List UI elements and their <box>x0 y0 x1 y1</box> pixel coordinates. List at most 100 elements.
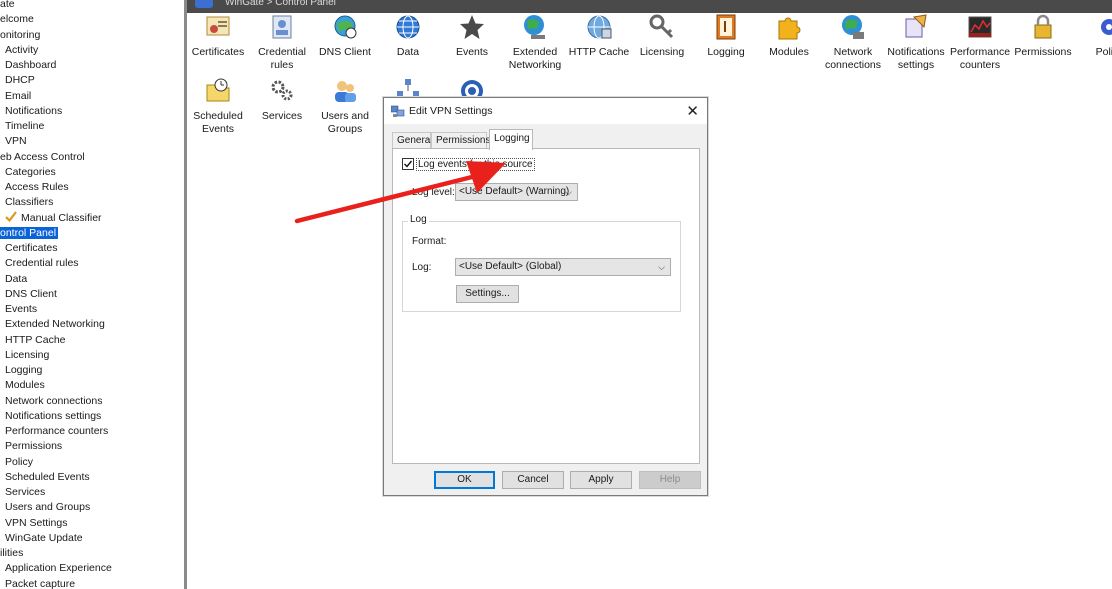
checkmark-icon <box>5 210 17 222</box>
control-panel-item[interactable]: Network connections <box>821 13 885 72</box>
sidebar-item-label: Logging <box>5 364 43 376</box>
log-target-value: <Use Default> (Global) <box>459 261 562 272</box>
sidebar-item-label: Users and Groups <box>5 501 91 514</box>
sidebar-item-label: elcome <box>0 13 34 26</box>
control-panel-item[interactable]: Permissions <box>1011 13 1075 59</box>
sidebar-item[interactable]: Modules <box>5 378 45 393</box>
folder-clock-icon <box>206 78 230 102</box>
control-panel-item[interactable]: Modules <box>757 13 821 59</box>
sidebar-item[interactable]: Timeline <box>5 119 44 134</box>
sidebar-item[interactable]: VPN Settings <box>5 516 67 531</box>
sidebar-item[interactable]: VPN <box>5 134 27 149</box>
sidebar-item[interactable]: ate <box>0 0 15 12</box>
control-panel-item[interactable]: Services <box>250 77 314 123</box>
log-events-checkbox[interactable] <box>402 158 414 170</box>
sidebar-item-label: Extended Networking <box>5 318 105 331</box>
sidebar-item[interactable]: Scheduled Events <box>5 470 90 485</box>
control-panel-item[interactable]: Licensing <box>630 13 694 59</box>
sidebar-item[interactable]: DHCP <box>5 73 35 88</box>
sidebar-item[interactable]: Access Rules <box>5 180 69 195</box>
control-panel-item-label: HTTP Cache <box>568 46 630 58</box>
sidebar-item[interactable]: Extended Networking <box>5 317 105 332</box>
dialog-titlebar[interactable]: Edit VPN Settings ✕ <box>384 98 707 124</box>
sidebar-item-label: ilities <box>0 547 24 559</box>
sidebar-item[interactable]: elcome <box>0 12 34 27</box>
ok-button[interactable]: OK <box>434 471 495 489</box>
sidebar-item[interactable]: Credential rules <box>5 256 79 271</box>
sidebar-item-label: VPN Settings <box>5 516 68 529</box>
sidebar-item[interactable]: Application Experience <box>5 561 112 576</box>
control-panel-item-label: Performance counters <box>949 46 1011 71</box>
control-panel-item[interactable]: Performance counters <box>948 13 1012 72</box>
sidebar-item[interactable]: Services <box>5 485 45 500</box>
http-cache-icon <box>587 15 612 39</box>
control-panel-item[interactable]: Users and Groups <box>313 77 377 136</box>
sidebar-item[interactable]: WinGate Update <box>5 531 83 546</box>
sidebar-item-label: Scheduled Events <box>5 470 90 483</box>
log-book-icon <box>716 14 736 40</box>
sidebar-item[interactable]: Network connections <box>5 394 102 409</box>
sidebar-item[interactable]: Certificates <box>5 241 58 256</box>
sidebar-item[interactable]: ilities <box>0 546 23 561</box>
sidebar-item[interactable]: Activity <box>5 43 38 58</box>
sidebar-item[interactable]: ontrol Panel <box>0 226 59 241</box>
performance-icon <box>968 16 992 38</box>
control-panel-item[interactable]: Scheduled Events <box>186 77 250 136</box>
sidebar-item[interactable]: Notifications settings <box>5 409 101 424</box>
control-panel-item[interactable]: Certificates <box>186 13 250 59</box>
sidebar-item[interactable]: Policy <box>5 455 33 470</box>
control-panel-item[interactable]: HTTP Cache <box>567 13 631 59</box>
control-panel-item[interactable]: Polic <box>1075 13 1112 59</box>
sidebar-item-label: VPN <box>5 135 27 148</box>
lock-icon <box>1034 14 1052 39</box>
control-panel-item[interactable]: DNS Client <box>313 13 377 59</box>
sidebar-item[interactable]: DNS Client <box>5 287 57 302</box>
tab-general[interactable]: General <box>392 132 433 149</box>
log-events-label[interactable]: Log events for this source <box>416 158 535 171</box>
control-panel-item[interactable]: Credential rules <box>250 13 314 72</box>
sidebar-item[interactable]: Dashboard <box>5 58 56 73</box>
tab-permissions[interactable]: Permissions <box>431 132 490 149</box>
control-panel-item[interactable]: Events <box>440 13 504 59</box>
sidebar-item[interactable]: Licensing <box>5 348 49 363</box>
control-panel-item[interactable]: Logging <box>694 13 758 59</box>
sidebar-item[interactable]: Permissions <box>5 439 62 454</box>
sidebar-item[interactable]: Classifiers <box>5 195 53 210</box>
sidebar-item-label: DNS Client <box>5 287 57 300</box>
sidebar-item-label: Classifiers <box>5 196 54 209</box>
settings-button[interactable]: Settings... <box>456 285 519 303</box>
sidebar-item[interactable]: Categories <box>5 165 56 180</box>
sidebar-item[interactable]: Packet capture <box>5 577 75 589</box>
log-target-dropdown[interactable]: <Use Default> (Global) ⌵ <box>455 258 671 276</box>
control-panel-item[interactable]: Extended Networking <box>503 13 567 72</box>
sidebar-item-label: Dashboard <box>5 59 57 71</box>
navigation-tree: ate elcome onitoring Activity Dashboard DHCP E… <box>0 0 184 589</box>
star-icon <box>460 15 484 39</box>
control-panel-item[interactable]: Notifications settings <box>884 13 948 72</box>
close-icon[interactable]: ✕ <box>686 102 699 120</box>
sidebar-item[interactable]: onitoring <box>0 28 40 43</box>
sidebar-item-label: Certificates <box>5 242 58 254</box>
gears-icon <box>271 80 293 101</box>
control-panel-item-label: Events <box>455 46 489 58</box>
sidebar-item[interactable]: Email <box>5 89 31 104</box>
format-label: Format: <box>412 236 447 247</box>
users-icon <box>335 81 356 102</box>
sidebar-item[interactable]: Data <box>5 272 27 287</box>
sidebar-item[interactable]: Manual Classifier <box>5 210 102 226</box>
log-level-dropdown[interactable]: <Use Default> (Warning) ⌵ <box>455 183 578 201</box>
sidebar-item[interactable]: Events <box>5 302 37 317</box>
checkmark-icon <box>404 160 413 168</box>
sidebar-item[interactable]: Logging <box>5 363 42 378</box>
sidebar-item[interactable]: Performance counters <box>5 424 108 439</box>
sidebar-item[interactable]: Users and Groups <box>5 500 90 515</box>
control-panel-item[interactable]: Data <box>376 13 440 59</box>
tab-logging[interactable]: Logging <box>489 129 533 150</box>
sidebar-item[interactable]: HTTP Cache <box>5 333 66 348</box>
help-button[interactable]: Help <box>639 471 701 489</box>
cancel-button[interactable]: Cancel <box>502 471 564 489</box>
sidebar-item[interactable]: eb Access Control <box>0 150 85 165</box>
sidebar-item[interactable]: Notifications <box>5 104 62 119</box>
sidebar-item-label: Notifications settings <box>5 409 102 422</box>
apply-button[interactable]: Apply <box>570 471 632 489</box>
